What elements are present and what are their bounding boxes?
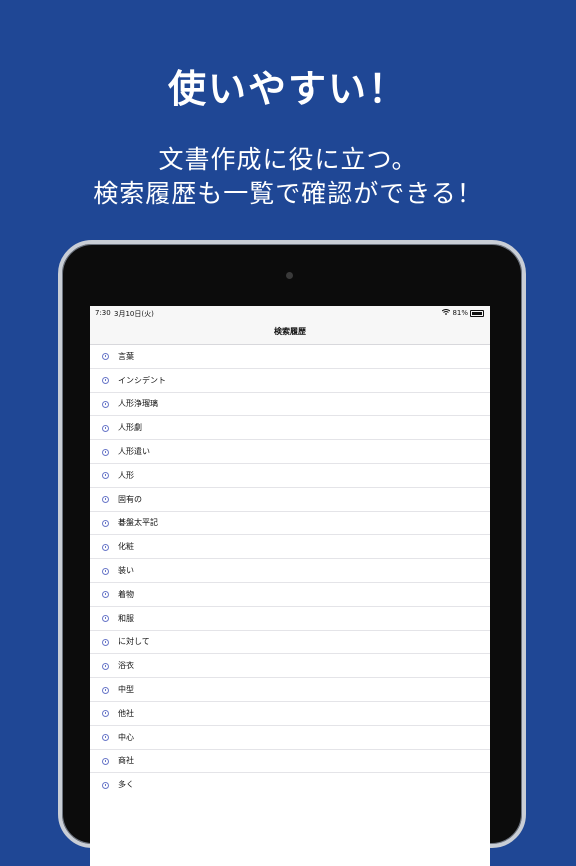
promo-subtitle-line-1: 文書作成に役に立つ。 [158, 145, 418, 174]
clock-icon [102, 662, 109, 670]
history-item-label: 多く [118, 780, 134, 790]
clock-icon [102, 781, 109, 789]
history-item[interactable]: 着物 [90, 583, 490, 607]
clock-icon [102, 377, 109, 385]
clock-icon [102, 353, 109, 361]
history-item-label: 浴衣 [118, 661, 134, 671]
history-item[interactable]: 人形遣い [90, 440, 490, 464]
clock-icon [102, 638, 109, 646]
history-item[interactable]: 商社 [90, 750, 490, 774]
clock-icon [102, 448, 109, 456]
history-item[interactable]: 人形劇 [90, 416, 490, 441]
history-item[interactable]: に対して [90, 631, 490, 655]
nav-bar: 検索履歴 [90, 320, 490, 345]
clock-icon [102, 686, 109, 694]
history-item-label: 人形 [118, 470, 134, 480]
history-item-label: 中心 [118, 732, 134, 742]
history-item[interactable]: 他社 [90, 702, 490, 726]
status-date: 3月10日(火) [114, 310, 154, 318]
device-screen: 7:30 3月10日(火) 81% 検索履歴 言葉インシデント 人形浄瑠璃人形劇人… [90, 306, 490, 866]
camera-icon [286, 272, 293, 279]
clock-icon [102, 734, 109, 742]
history-item[interactable]: 中型 [90, 678, 490, 702]
history-item-label: 人形劇 [118, 423, 142, 433]
history-item-label: 化粧 [118, 542, 134, 552]
status-bar: 7:30 3月10日(火) 81% [90, 306, 490, 320]
history-item[interactable]: 和服 [90, 607, 490, 631]
screen-title: 検索履歴 [274, 327, 306, 336]
promo-subtitle-line-2: 検索履歴も一覧で確認ができる！ [93, 179, 483, 208]
history-item-label: 碁盤太平記 [118, 518, 158, 528]
history-item[interactable]: 化粧 [90, 535, 490, 560]
search-history-list: 言葉インシデント 人形浄瑠璃人形劇人形遣い人形固有の碁盤太平記化粧装い着物和服に対… [90, 345, 490, 796]
history-item-label: 商社 [118, 756, 134, 766]
history-item[interactable]: 多く [90, 773, 490, 796]
clock-icon [102, 615, 109, 623]
history-item-label: 言葉 [118, 351, 134, 361]
history-item-label: 人形浄瑠璃 [118, 399, 158, 409]
history-item-label: 固有の [118, 494, 142, 504]
clock-icon [102, 543, 109, 551]
history-item-label: インシデント [118, 375, 166, 385]
history-item[interactable]: 装い [90, 559, 490, 583]
history-item-label: に対して [118, 637, 150, 647]
wifi-icon [442, 309, 451, 317]
history-item[interactable]: 言葉 [90, 345, 490, 369]
history-item-label: 和服 [118, 613, 134, 623]
history-item-label: 中型 [118, 685, 134, 695]
clock-icon [102, 424, 109, 432]
promo-headline: 使いやすい！ [167, 67, 408, 111]
history-item[interactable]: 人形浄瑠璃 [90, 393, 490, 417]
clock-icon [102, 519, 109, 527]
clock-icon [102, 400, 109, 408]
status-indicators: 81% [442, 309, 484, 317]
clock-icon [102, 472, 109, 480]
clock-icon [102, 591, 109, 599]
history-item-label: 着物 [118, 589, 134, 599]
history-item-label: 他社 [118, 708, 134, 718]
history-item-label: 装い [118, 566, 134, 576]
clock-icon [102, 757, 109, 765]
history-item-label: 人形遣い [118, 447, 150, 457]
clock-icon [102, 496, 109, 504]
history-item[interactable]: 人形 [90, 464, 490, 488]
history-item[interactable]: インシデント [90, 369, 490, 393]
history-item[interactable]: 固有の [90, 488, 490, 512]
battery-icon [470, 309, 484, 317]
ipad-device-frame: 7:30 3月10日(火) 81% 検索履歴 言葉インシデント 人形浄瑠璃人形劇人… [58, 240, 526, 866]
history-item[interactable]: 碁盤太平記 [90, 512, 490, 536]
history-item[interactable]: 中心 [90, 726, 490, 750]
battery-percent: 81% [452, 309, 468, 317]
clock-icon [102, 710, 109, 718]
clock-icon [102, 567, 109, 575]
status-time: 7:30 [95, 309, 111, 317]
history-item[interactable]: 浴衣 [90, 654, 490, 679]
